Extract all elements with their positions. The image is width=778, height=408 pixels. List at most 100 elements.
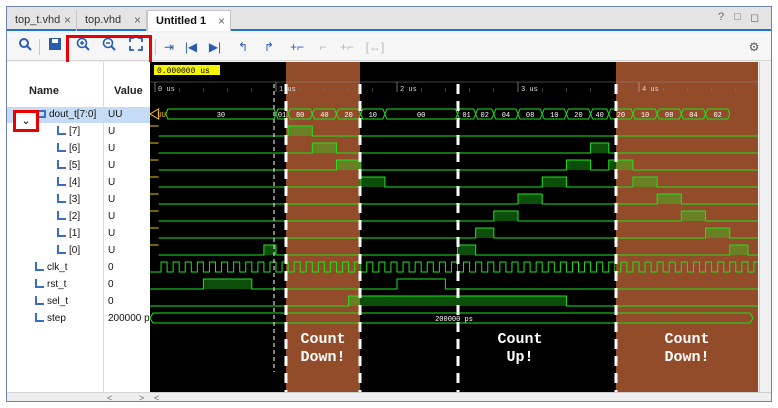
- signal-row-rst-t[interactable]: rst_t 0: [7, 277, 152, 293]
- next-marker-icon[interactable]: +⌐: [337, 37, 357, 57]
- signal-value: 200000 ps: [108, 313, 152, 324]
- save-icon[interactable]: [45, 37, 65, 57]
- signal-name: [7]: [69, 126, 81, 137]
- bus-value-label: 08: [665, 112, 673, 120]
- help-icon[interactable]: ?: [718, 11, 724, 23]
- bus-value-label: 20: [617, 112, 625, 120]
- bit-high-fill: [457, 245, 476, 255]
- close-icon[interactable]: ×: [64, 13, 71, 27]
- bit-signal-icon: [57, 228, 66, 237]
- signal-row-bit-7[interactable]: [7] U: [7, 124, 152, 140]
- bus-value-label: 80: [296, 112, 304, 120]
- bus-value-label: 20: [344, 112, 352, 120]
- bit-signal-icon: [57, 177, 66, 186]
- bit-signal-icon: [35, 313, 44, 322]
- signal-name: [3]: [69, 194, 81, 205]
- bus-value-label: 00: [417, 112, 425, 120]
- bit-high-fill: [336, 160, 361, 170]
- signal-value: U: [108, 194, 116, 205]
- tab-top-vhd[interactable]: top.vhd ×: [77, 10, 147, 31]
- signal-value: U: [108, 143, 116, 154]
- restore-icon[interactable]: □: [734, 11, 741, 23]
- signal-value: U: [108, 211, 116, 222]
- maximize-icon[interactable]: ◻: [750, 11, 759, 24]
- waveform-window: top_t.vhd × top.vhd × Untitled 1 × ? □ ◻: [6, 6, 772, 402]
- bus-value-label: 40: [320, 112, 328, 120]
- annotation-count-label: Count: [497, 331, 542, 348]
- add-marker-icon[interactable]: +⌐: [287, 37, 307, 57]
- bit-high-fill: [608, 160, 633, 170]
- waveform-toolbar: ⇥ |◀ ▶| ↰ ↱ +⌐ ⌐ +⌐ [↔] ⚙: [7, 33, 771, 65]
- ruler-tick-label: 0 us: [158, 86, 175, 94]
- goto-end-icon[interactable]: ▶|: [205, 37, 225, 57]
- previous-marker-icon[interactable]: ⌐: [313, 37, 333, 57]
- bus-value-label: 04: [689, 112, 697, 120]
- annotation-count-label: Count: [300, 331, 345, 348]
- tab-untitled-1[interactable]: Untitled 1 ×: [147, 10, 231, 31]
- signal-name: [2]: [69, 211, 81, 222]
- bus-value-label: 01: [462, 112, 470, 120]
- bit-high-fill: [475, 228, 494, 238]
- signal-name: dout_t[7:0]: [49, 109, 97, 120]
- ruler-tick-label: 3 us: [521, 86, 538, 94]
- horizontal-scrollbar[interactable]: <: [150, 392, 771, 401]
- signal-row-step[interactable]: step 200000 ps: [7, 311, 152, 327]
- previous-transition-icon[interactable]: ↰: [233, 37, 253, 57]
- signal-name: [6]: [69, 143, 81, 154]
- bit-high-fill: [705, 228, 730, 238]
- cursor-time-label: 0.000000 us: [157, 67, 210, 76]
- bus-value-label: 08: [526, 112, 534, 120]
- bit-high-fill: [288, 126, 313, 136]
- signal-list-panel: Name Value dout_t[7:0] UU ⌄ [7] U [6] U …: [7, 62, 152, 401]
- signal-name: sel_t: [47, 296, 69, 307]
- bus-value-label: 02: [713, 112, 721, 120]
- bit-high-fill: [493, 211, 518, 221]
- tab-top-t-vhd[interactable]: top_t.vhd ×: [7, 10, 77, 31]
- swap-cursors-icon[interactable]: [↔]: [365, 37, 385, 57]
- signal-row-clk-t[interactable]: clk_t 0: [7, 260, 152, 276]
- annotation-direction-label: Down!: [664, 349, 709, 366]
- reset-high-fill: [203, 279, 252, 289]
- signal-row-bit-1[interactable]: [1] U: [7, 226, 152, 242]
- goto-start-icon[interactable]: |◀: [181, 37, 201, 57]
- scroll-left-icon[interactable]: <: [154, 393, 159, 401]
- bit-signal-icon: [35, 262, 44, 271]
- waveform-canvas[interactable]: 0.000000 us 0 us 1 us 2 us 3 us 4 us UU 30 01 80 4…: [149, 62, 761, 392]
- next-transition-icon[interactable]: ↱: [259, 37, 279, 57]
- signal-row-bit-3[interactable]: [3] U: [7, 192, 152, 208]
- signal-name: clk_t: [47, 262, 68, 273]
- bit-signal-icon: [35, 279, 44, 288]
- bit-signal-icon: [57, 160, 66, 169]
- signal-row-bit-0[interactable]: [0] U: [7, 243, 152, 259]
- signal-value: U: [108, 228, 116, 239]
- bit-high-fill: [312, 143, 337, 153]
- tab-label: Untitled 1: [156, 15, 207, 27]
- signal-row-bit-4[interactable]: [4] U: [7, 175, 152, 191]
- signal-row-bit-5[interactable]: [5] U: [7, 158, 152, 174]
- gear-icon[interactable]: ⚙: [744, 37, 764, 57]
- close-icon[interactable]: ×: [134, 13, 141, 27]
- name-column-header[interactable]: Name: [29, 85, 59, 102]
- bit-high-fill: [360, 177, 385, 187]
- bus-value-label: 30: [217, 112, 225, 120]
- signal-row-bit-6[interactable]: [6] U: [7, 141, 152, 157]
- bit-high-fill: [681, 211, 706, 221]
- name-panel-scrollbar[interactable]: < >: [7, 392, 152, 401]
- bus-value-label: 02: [481, 112, 489, 120]
- signal-row-sel-t[interactable]: sel_t 0: [7, 294, 152, 310]
- bit-high-fill: [590, 143, 609, 153]
- vertical-scrollbar[interactable]: [759, 62, 771, 392]
- bus-value-label: 04: [502, 112, 510, 120]
- scroll-left-icon[interactable]: <: [107, 393, 112, 401]
- signal-row-bit-2[interactable]: [2] U: [7, 209, 152, 225]
- signal-value: U: [108, 177, 116, 188]
- goto-cursor-icon[interactable]: ⇥: [159, 37, 179, 57]
- tab-bar: top_t.vhd × top.vhd × Untitled 1 × ? □ ◻: [7, 7, 771, 31]
- annotation-count-label: Count: [664, 331, 709, 348]
- signal-value: U: [108, 160, 116, 171]
- scroll-right-icon[interactable]: >: [139, 393, 144, 401]
- search-icon[interactable]: [15, 37, 35, 57]
- close-icon[interactable]: ×: [218, 14, 225, 28]
- bit-signal-icon: [57, 245, 66, 254]
- value-column-header[interactable]: Value: [114, 85, 143, 102]
